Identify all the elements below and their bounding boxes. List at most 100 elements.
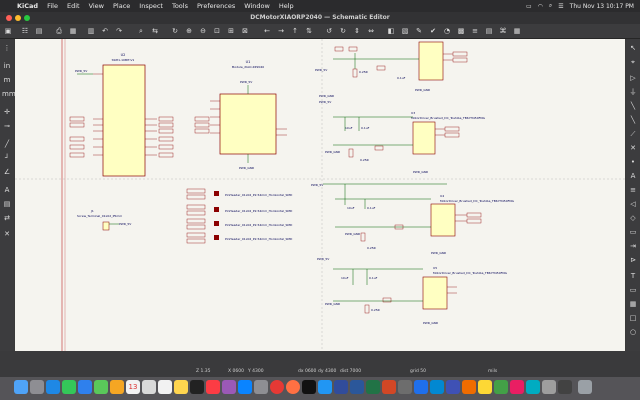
- page-settings-icon[interactable]: ▤: [34, 26, 44, 36]
- close-window-button[interactable]: [6, 15, 12, 21]
- plot-icon[interactable]: ▦: [68, 26, 78, 36]
- undo-icon[interactable]: ↶: [100, 26, 110, 36]
- bom-icon[interactable]: ≡: [470, 26, 480, 36]
- pinheaders-group[interactable]: PinHeader_01x02_P2.54mm_Horizontal_SMD P…: [186, 188, 293, 244]
- symbol-u1[interactable]: U1 Module_XIAO-RP2040 PWR_5V PWR_GND: [210, 60, 287, 170]
- hierarchy-panel-icon[interactable]: ⇄: [2, 213, 12, 223]
- app-icon-4[interactable]: [478, 380, 492, 394]
- hidden-pins-icon[interactable]: ⊸: [2, 121, 12, 131]
- app-icon-2[interactable]: [446, 380, 460, 394]
- add-circle-icon[interactable]: ○: [628, 327, 638, 337]
- units-mil-icon[interactable]: m: [2, 75, 12, 85]
- tv-icon[interactable]: [190, 380, 204, 394]
- app-icon-8[interactable]: [542, 380, 556, 394]
- simulator-icon[interactable]: ◔: [442, 26, 452, 36]
- powerpoint-icon[interactable]: [382, 380, 396, 394]
- add-net-class-icon[interactable]: ≡: [628, 185, 638, 195]
- mail-icon[interactable]: [78, 380, 92, 394]
- add-global-label-icon[interactable]: ◁: [628, 199, 638, 209]
- add-sheet-icon[interactable]: ▭: [628, 227, 638, 237]
- driver-u6[interactable]: U5 MotorDriver_Brushed_DC_Toshiba_TB67H4…: [317, 257, 508, 325]
- app-icon-3[interactable]: [462, 380, 476, 394]
- menu-edit[interactable]: Edit: [67, 2, 80, 10]
- menu-preferences[interactable]: Preferences: [197, 2, 235, 10]
- line-mode-free-icon[interactable]: ╱: [2, 139, 12, 149]
- hierarchy-navigator-icon[interactable]: ⇅: [304, 26, 314, 36]
- paste-icon[interactable]: ▥: [86, 26, 96, 36]
- firefox-icon[interactable]: [286, 380, 300, 394]
- scripting-icon[interactable]: ⌘: [498, 26, 508, 36]
- podcasts-icon[interactable]: [222, 380, 236, 394]
- menu-view[interactable]: View: [89, 2, 104, 10]
- wifi-icon[interactable]: ◠: [538, 3, 543, 10]
- units-inch-icon[interactable]: in: [2, 61, 12, 71]
- terminal-icon[interactable]: [302, 380, 316, 394]
- finder-icon[interactable]: [14, 380, 28, 394]
- symbol-editor-icon[interactable]: ◧: [386, 26, 396, 36]
- footprint-assign-icon[interactable]: ▩: [456, 26, 466, 36]
- driver-u5[interactable]: U4 MotorDriver_Brushed_DC_Toshiba_TB67H4…: [311, 183, 515, 255]
- appstore-icon[interactable]: [238, 380, 252, 394]
- no-connect-icon[interactable]: ✕: [628, 143, 638, 153]
- bus-entry-icon[interactable]: ⟋: [628, 129, 638, 139]
- navigate-up-icon[interactable]: ↑: [290, 26, 300, 36]
- symbol-screw-terminal[interactable]: J1 Screw_Terminal_01x02_P5mm PWR_5V: [77, 209, 132, 231]
- add-label-icon[interactable]: A: [628, 171, 638, 181]
- photos-icon[interactable]: [110, 380, 124, 394]
- print-icon[interactable]: ⎙: [54, 26, 64, 36]
- app-icon-9[interactable]: [558, 380, 572, 394]
- add-bus-icon[interactable]: ╲: [628, 115, 638, 125]
- settings-icon[interactable]: [254, 380, 268, 394]
- symbol-u2[interactable]: U2 SSPI1-10BIT-V1 PWR_5V: [75, 53, 157, 177]
- rotate-cw-icon[interactable]: ↻: [338, 26, 348, 36]
- add-hier-label-icon[interactable]: ◇: [628, 213, 638, 223]
- highlight-net-icon[interactable]: ⌖: [628, 57, 638, 67]
- menu-inspect[interactable]: Inspect: [139, 2, 163, 10]
- kicad-icon[interactable]: [334, 380, 348, 394]
- add-table-icon[interactable]: ▦: [628, 299, 638, 309]
- zoom-fit-icon[interactable]: ⊡: [212, 26, 222, 36]
- contacts-icon[interactable]: [142, 380, 156, 394]
- menu-tools[interactable]: Tools: [172, 2, 188, 10]
- select-icon[interactable]: ↖: [628, 43, 638, 53]
- navigate-forward-icon[interactable]: →: [276, 26, 286, 36]
- schematic-setup-icon[interactable]: ☷: [20, 26, 30, 36]
- cursor-shape-icon[interactable]: ✛: [2, 107, 12, 117]
- find-replace-icon[interactable]: ⇆: [150, 26, 160, 36]
- add-power-icon[interactable]: ⏚: [628, 87, 638, 97]
- reminders-icon[interactable]: [158, 380, 172, 394]
- word-icon[interactable]: [350, 380, 364, 394]
- xcode-icon[interactable]: [414, 380, 428, 394]
- save-icon[interactable]: ▣: [3, 26, 13, 36]
- safari-icon[interactable]: [46, 380, 60, 394]
- line-mode-90-icon[interactable]: ┘: [2, 153, 12, 163]
- add-textbox-icon[interactable]: ▭: [628, 285, 638, 295]
- zoom-out-icon[interactable]: ⊖: [198, 26, 208, 36]
- battery-icon[interactable]: ▭: [526, 3, 532, 10]
- zoom-selection-icon[interactable]: ⊠: [240, 26, 250, 36]
- add-text-icon[interactable]: T: [628, 271, 638, 281]
- junction-icon[interactable]: •: [628, 157, 638, 167]
- control-center-icon[interactable]: ☰: [558, 3, 563, 10]
- mirror-horizontal-icon[interactable]: ⇔: [366, 26, 376, 36]
- clock[interactable]: Thu Nov 13 10:17 PM: [570, 3, 634, 10]
- launchpad-icon[interactable]: [30, 380, 44, 394]
- app-icon-6[interactable]: [510, 380, 524, 394]
- menu-app-kicad[interactable]: KiCad: [17, 2, 38, 10]
- add-rectangle-icon[interactable]: □: [628, 313, 638, 323]
- excel-icon[interactable]: [366, 380, 380, 394]
- refresh-icon[interactable]: ↻: [170, 26, 180, 36]
- properties-panel-icon[interactable]: ▤: [2, 199, 12, 209]
- zoom-window-button[interactable]: [24, 15, 30, 21]
- messages-icon[interactable]: [62, 380, 76, 394]
- pcb-editor-icon[interactable]: ▦: [512, 26, 522, 36]
- app-icon-1[interactable]: [430, 380, 444, 394]
- zoom-in-icon[interactable]: ⊕: [184, 26, 194, 36]
- grid-toggle-icon[interactable]: ⋮: [2, 43, 12, 53]
- maps-icon[interactable]: [94, 380, 108, 394]
- zoom-objects-icon[interactable]: ⊞: [226, 26, 236, 36]
- units-mm-icon[interactable]: mm: [2, 89, 16, 99]
- mirror-vertical-icon[interactable]: ⇕: [352, 26, 362, 36]
- schematic-canvas[interactable]: U2 SSPI1-10BIT-V1 PWR_5V U1 Module_XIAO-…: [15, 39, 625, 351]
- rotate-ccw-icon[interactable]: ↺: [324, 26, 334, 36]
